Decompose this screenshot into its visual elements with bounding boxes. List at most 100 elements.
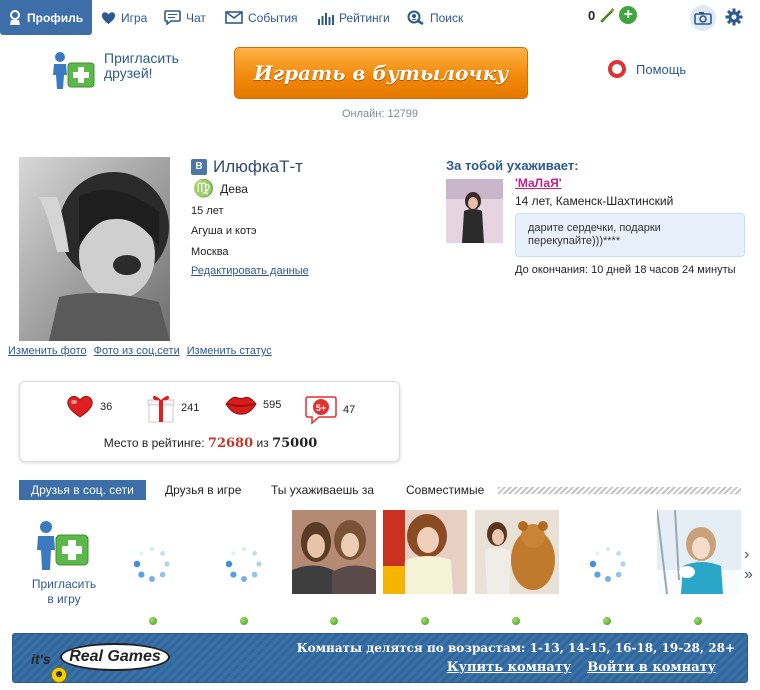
svg-text:5+: 5+ [316,403,326,413]
rating-place-value: 72680 [207,436,254,451]
camera-button[interactable] [690,5,716,31]
change-status-link[interactable]: Изменить статус [187,345,272,357]
stat-kisses[interactable]: 595 [225,395,281,415]
social-photo-link[interactable]: Фото из соц.сети [94,345,180,357]
profile-city: Москва [191,246,229,258]
gear-icon [725,8,743,26]
heart-icon [67,396,93,418]
profile-status: Агуша и котэ [191,225,257,237]
friend-avatar[interactable] [383,510,467,594]
invite-person-plus-icon [53,52,95,89]
help-label: Помощь [636,61,687,77]
user-icon [10,10,20,25]
online-status-dot [330,617,338,625]
profile-photo[interactable] [19,157,170,341]
nav-ratings[interactable]: Рейтинги [318,0,390,35]
coins-balance[interactable]: 0 + [588,6,638,24]
loading-spinner-icon [134,546,170,582]
nav-profile-label: Профиль [27,10,84,25]
nav-game[interactable]: Игра [101,0,147,35]
stat-gifts-count: 241 [181,402,200,414]
friend-photo [292,510,376,594]
friend-photo [383,510,467,594]
play-bottle-button[interactable]: Играть в бутылочку [234,47,528,99]
online-count-text: Онлайн: 12799 [341,108,419,120]
vk-icon: B [191,159,207,175]
add-coins-icon[interactable]: + [619,6,638,24]
nav-events-label: События [248,10,298,25]
courting-user-name[interactable]: 'МаЛаЯ' [515,176,562,190]
stat-kisses-count: 595 [263,399,282,411]
online-status-dot [240,617,248,625]
invite-to-game-label: Пригласить в игру [31,577,97,606]
friends-tabs: Друзья в соц. сети Друзья в игре Ты ухаж… [19,480,741,500]
tab-compatible[interactable]: Совместимые [406,480,484,500]
invite-to-game-button[interactable]: Пригласить в игру [28,520,100,607]
nav-game-label: Игра [121,10,148,25]
rating-of: из [256,436,269,450]
loading-spinner-icon [226,546,262,582]
gift-box-icon [147,395,175,423]
friend-avatar[interactable] [475,510,559,594]
heart-icon [101,11,116,24]
virgo-icon: ♍ [193,179,215,198]
friend-photo [657,510,741,594]
zodiac-sign: ♍ Дева [193,179,248,199]
next-arrow-icon[interactable]: › [744,546,749,564]
camera-icon [694,12,712,25]
smiley-icon: ☻ [51,667,67,683]
courting-avatar[interactable] [446,179,503,243]
nav-search-label: Поиск [430,10,464,25]
online-status-dot [421,617,429,625]
settings-button[interactable] [725,8,743,29]
last-arrow-icon[interactable]: » [744,566,753,584]
online-status-dot [603,617,611,625]
rating-place: Место в рейтинге: 72680 из 75000 [20,436,401,451]
nav-search[interactable]: Поиск [407,0,463,35]
change-photo-link[interactable]: Изменить фото [8,345,87,357]
profile-photo-image [19,157,170,341]
chat-bubble-icon [164,10,181,25]
profile-name: B ИлюфкаТ-т [191,157,303,177]
tab-you-court[interactable]: Ты ухаживаешь за [271,480,374,500]
nav-ratings-label: Рейтинги [339,10,390,25]
bottle-icon [600,7,615,23]
enter-room-link[interactable]: Войти в комнату [587,660,716,675]
profile-age: 15 лет [191,205,224,217]
loading-spinner-icon [590,546,626,582]
envelope-icon [225,11,243,24]
tab-game-friends[interactable]: Друзья в игре [165,480,241,500]
rating-label: Место в рейтинге: [103,436,205,450]
online-count: Онлайн: 12799 [0,108,760,120]
nav-chat[interactable]: Чат [164,0,206,35]
friend-avatar[interactable] [292,510,376,594]
invite-person-plus-icon [37,521,89,570]
real-games-banner: it's Real Games ☻ Комнаты делятся по воз… [12,633,748,683]
nav-chat-label: Чат [186,10,206,25]
lifebuoy-icon [608,60,626,78]
help-button[interactable]: Помощь [608,60,686,78]
courting-time-left: До окончания: 10 дней 18 часов 24 минуты [515,264,736,276]
coins-count: 0 [588,7,596,23]
nav-profile[interactable]: Профиль [0,0,93,35]
courting-avatar-image [446,179,503,243]
profile-name-text: ИлюфкаТ-т [213,157,303,176]
invite-friends-button[interactable]: Пригласить друзей! [52,51,184,89]
rooms-age-info: Комнаты делятся по возрастам: 1-13, 14-1… [296,641,735,655]
friend-avatar[interactable] [657,510,741,594]
rating-total: 75000 [272,436,318,451]
buy-room-link[interactable]: Купить комнату [447,660,571,675]
courting-message-bubble: дарите сердечки, подарки перекупайте)))*… [515,213,745,257]
stat-hearts[interactable]: 36 [66,395,112,419]
photo-actions: Изменить фото Фото из соц.сети Изменить … [8,345,272,357]
stat-gifts[interactable]: 241 [147,393,199,423]
stat-hearts-count: 36 [100,401,113,413]
stats-panel: 36 241 595 5+ 47 Место в рейтинге: 72680… [19,381,400,462]
edit-profile-link[interactable]: Редактировать данные [191,265,309,277]
stat-plus5[interactable]: 5+ 47 [305,395,355,425]
tabs-divider-stripes [498,487,741,494]
bar-chart-icon [318,12,334,25]
zodiac-label: Дева [220,182,248,196]
nav-events[interactable]: События [225,0,298,35]
tab-social-friends[interactable]: Друзья в соц. сети [19,480,146,500]
